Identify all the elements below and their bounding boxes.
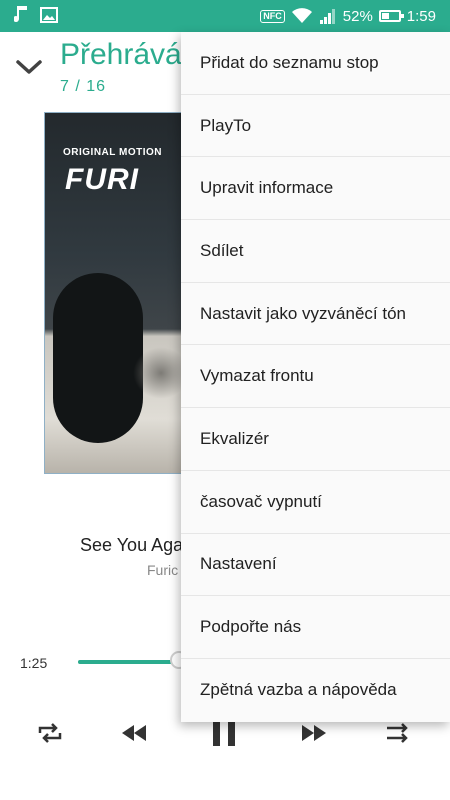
menu-item-playto[interactable]: PlayTo bbox=[181, 95, 450, 158]
album-art-tire bbox=[53, 273, 143, 443]
status-time: 1:59 bbox=[406, 7, 436, 25]
menu-item-support-us[interactable]: Podpořte nás bbox=[181, 596, 450, 659]
nfc-icon: NFC bbox=[260, 9, 285, 23]
fast-forward-icon bbox=[301, 724, 327, 747]
track-counter: 7 / 16 bbox=[60, 78, 107, 95]
menu-item-feedback-help[interactable]: Zpětná vazba a nápověda bbox=[181, 659, 450, 722]
battery-icon bbox=[378, 10, 404, 22]
wifi-icon bbox=[291, 8, 313, 24]
album-art-title: FURI bbox=[65, 163, 139, 196]
queue-icon bbox=[385, 722, 411, 749]
rewind-button[interactable] bbox=[114, 715, 154, 755]
repeat-icon bbox=[37, 722, 63, 749]
image-icon bbox=[40, 7, 58, 23]
pause-icon bbox=[209, 718, 239, 753]
song-title: See You Aga bbox=[80, 535, 184, 555]
seek-bar-progress bbox=[78, 660, 179, 664]
song-artist: Furic bbox=[147, 562, 179, 578]
battery-percent: 52% bbox=[342, 7, 373, 25]
menu-item-equalizer[interactable]: Ekvalizér bbox=[181, 408, 450, 471]
menu-item-set-ringtone[interactable]: Nastavit jako vyzváněcí tón bbox=[181, 283, 450, 346]
menu-item-settings[interactable]: Nastavení bbox=[181, 534, 450, 597]
repeat-button[interactable] bbox=[30, 715, 70, 755]
collapse-chevron-icon[interactable] bbox=[14, 52, 44, 82]
rewind-icon bbox=[121, 724, 147, 747]
overflow-menu: Přidat do seznamu stop PlayTo Upravit in… bbox=[181, 32, 450, 722]
menu-item-sleep-timer[interactable]: časovač vypnutí bbox=[181, 471, 450, 534]
album-art-tagline: ORIGINAL MOTION bbox=[63, 147, 162, 158]
page-title: Přehrává bbox=[60, 38, 182, 71]
menu-item-clear-queue[interactable]: Vymazat frontu bbox=[181, 345, 450, 409]
music-note-icon bbox=[14, 6, 28, 24]
menu-item-share[interactable]: Sdílet bbox=[181, 220, 450, 283]
menu-item-edit-info[interactable]: Upravit informace bbox=[181, 157, 450, 221]
current-time: 1:25 bbox=[20, 655, 48, 671]
status-bar: NFC 52% 1:59 bbox=[0, 0, 450, 32]
status-bar-system: NFC 52% 1:59 bbox=[260, 0, 436, 32]
status-bar-notifications bbox=[14, 6, 58, 24]
menu-item-add-to-playlist[interactable]: Přidat do seznamu stop bbox=[181, 32, 450, 95]
signal-icon bbox=[319, 8, 337, 24]
